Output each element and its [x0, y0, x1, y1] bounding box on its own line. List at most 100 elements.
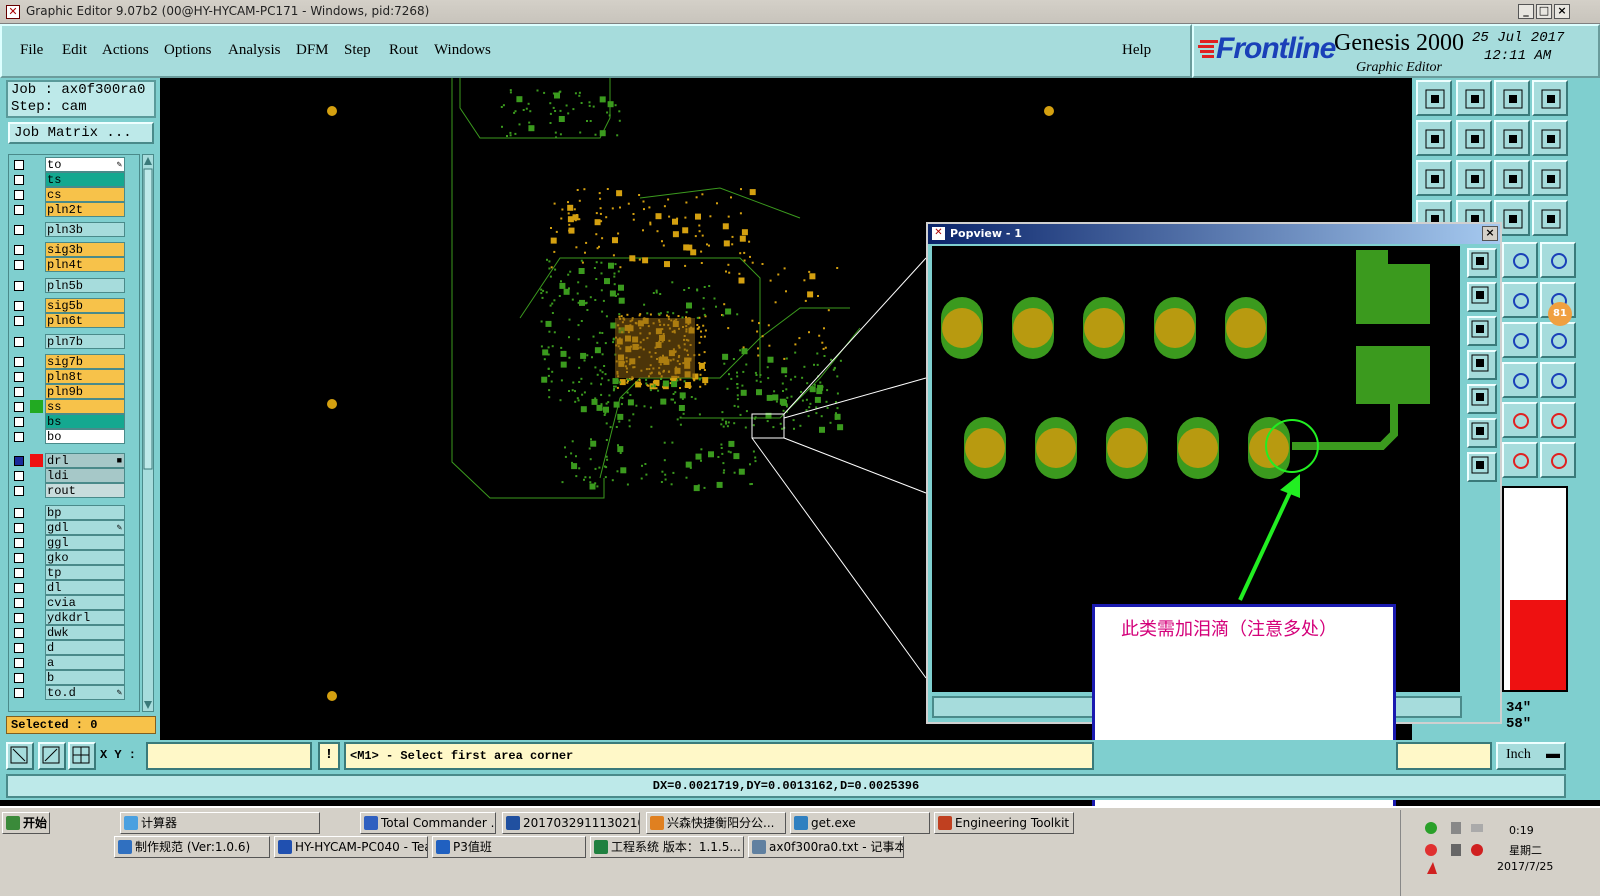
layer-row-to.d[interactable]: to.d ✎	[9, 685, 139, 700]
layer-row-sig7b[interactable]: sig7b	[9, 354, 139, 369]
taskbar-item[interactable]: 工程系统 版本：1.1.5...	[590, 836, 744, 858]
layer-checkbox[interactable]	[14, 245, 24, 255]
layer-name[interactable]: drl ■	[45, 453, 125, 468]
layer-row-sig3b[interactable]: sig3b	[9, 242, 139, 257]
layer-name[interactable]: gdl ✎	[45, 520, 125, 535]
layer-row-to[interactable]: to ✎	[9, 157, 139, 172]
layer-name[interactable]: tp	[45, 565, 125, 580]
tool-button-extra-1-0[interactable]	[1502, 282, 1538, 318]
minimize-button[interactable]: _	[1518, 4, 1534, 19]
layer-row-pln8t[interactable]: pln8t	[9, 369, 139, 384]
layer-name[interactable]: rout	[45, 483, 125, 498]
layer-row-drl[interactable]: drl ■	[9, 453, 139, 468]
taskbar-item[interactable]: HY-HYCAM-PC040 - Tea...	[274, 836, 428, 858]
layer-checkbox[interactable]	[14, 301, 24, 311]
close-button[interactable]: ×	[1554, 4, 1570, 19]
tool-button-1[interactable]	[1456, 80, 1492, 116]
layer-name[interactable]: pln3b	[45, 222, 125, 237]
layer-name[interactable]: dwk	[45, 625, 125, 640]
layer-checkbox[interactable]	[14, 160, 24, 170]
menu-help[interactable]: Help	[1122, 42, 1151, 59]
layer-checkbox[interactable]	[14, 225, 24, 235]
layer-checkbox[interactable]	[14, 281, 24, 291]
tool-button-7[interactable]	[1532, 120, 1568, 156]
layer-checkbox[interactable]	[14, 337, 24, 347]
layer-checkbox[interactable]	[14, 432, 24, 442]
layer-row-pln5b[interactable]: pln5b	[9, 278, 139, 293]
layer-name[interactable]: pln9b	[45, 384, 125, 399]
layer-name[interactable]: cvia	[45, 595, 125, 610]
layer-name[interactable]: pln4t	[45, 257, 125, 272]
layer-row-a[interactable]: a	[9, 655, 139, 670]
tool-button-11[interactable]	[1532, 160, 1568, 196]
layer-checkbox[interactable]	[14, 688, 24, 698]
info-button[interactable]: !	[318, 742, 340, 770]
tool-button-extra-2-0[interactable]	[1502, 322, 1538, 358]
layer-name[interactable]: sig3b	[45, 242, 125, 257]
layer-checkbox[interactable]	[14, 417, 24, 427]
layer-name[interactable]: pln7b	[45, 334, 125, 349]
popview-tool-0[interactable]	[1467, 248, 1497, 278]
popview-tool-2[interactable]	[1467, 316, 1497, 346]
menu-rout[interactable]: Rout	[389, 42, 418, 59]
layer-name[interactable]: bp	[45, 505, 125, 520]
layer-row-d[interactable]: d	[9, 640, 139, 655]
cursor-mode-button[interactable]	[6, 742, 34, 770]
tool-button-15[interactable]	[1532, 200, 1568, 236]
maximize-button[interactable]: □	[1536, 4, 1552, 19]
units-select[interactable]: Inch ▬	[1496, 742, 1566, 770]
layer-name[interactable]: ts	[45, 172, 125, 187]
tool-button-extra-3-1[interactable]	[1540, 362, 1576, 398]
taskbar-item[interactable]: Total Commander ...	[360, 812, 496, 834]
layer-row-sig5b[interactable]: sig5b	[9, 298, 139, 313]
layer-checkbox[interactable]	[14, 175, 24, 185]
layer-checkbox[interactable]	[14, 402, 24, 412]
tool-button-extra-2-1[interactable]	[1540, 322, 1576, 358]
layer-name[interactable]: d	[45, 640, 125, 655]
layer-name[interactable]: ggl	[45, 535, 125, 550]
layer-name[interactable]: gko	[45, 550, 125, 565]
popview-tool-4[interactable]	[1467, 384, 1497, 414]
layer-checkbox[interactable]	[14, 553, 24, 563]
layer-row-pln9b[interactable]: pln9b	[9, 384, 139, 399]
layer-name[interactable]: pln8t	[45, 369, 125, 384]
layer-checkbox[interactable]	[14, 486, 24, 496]
taskbar-item[interactable]: P3值班	[432, 836, 586, 858]
tool-button-extra-5-0[interactable]	[1502, 442, 1538, 478]
layer-name[interactable]: pln5b	[45, 278, 125, 293]
tool-button-6[interactable]	[1494, 120, 1530, 156]
layer-name[interactable]: pln6t	[45, 313, 125, 328]
popview-close-button[interactable]: ×	[1482, 226, 1498, 241]
layer-row-ts[interactable]: ts	[9, 172, 139, 187]
tool-button-extra-4-0[interactable]	[1502, 402, 1538, 438]
menu-step[interactable]: Step	[344, 42, 371, 59]
layer-row-bp[interactable]: bp	[9, 505, 139, 520]
layer-row-pln4t[interactable]: pln4t	[9, 257, 139, 272]
layer-name[interactable]: ldi	[45, 468, 125, 483]
popview-tool-1[interactable]	[1467, 282, 1497, 312]
layer-name[interactable]: to.d ✎	[45, 685, 125, 700]
layer-row-gko[interactable]: gko	[9, 550, 139, 565]
tool-button-10[interactable]	[1494, 160, 1530, 196]
measure-button[interactable]	[38, 742, 66, 770]
layer-row-pln7b[interactable]: pln7b	[9, 334, 139, 349]
popview-tool-3[interactable]	[1467, 350, 1497, 380]
layer-row-ydkdrl[interactable]: ydkdrl	[9, 610, 139, 625]
layer-checkbox[interactable]	[14, 471, 24, 481]
layer-name[interactable]: ydkdrl	[45, 610, 125, 625]
layer-checkbox[interactable]	[14, 673, 24, 683]
menu-actions[interactable]: Actions	[102, 42, 149, 59]
layer-name[interactable]: dl	[45, 580, 125, 595]
layer-checkbox[interactable]	[14, 190, 24, 200]
layer-name[interactable]: to ✎	[45, 157, 125, 172]
layer-checkbox[interactable]	[14, 387, 24, 397]
layer-name[interactable]: cs	[45, 187, 125, 202]
menu-windows[interactable]: Windows	[434, 42, 491, 59]
taskbar-item[interactable]: 20170329111302105...	[502, 812, 640, 834]
taskbar-item[interactable]: 制作规范 (Ver:1.0.6)	[114, 836, 270, 858]
popview-tool-6[interactable]	[1467, 452, 1497, 482]
layer-checkbox[interactable]	[14, 643, 24, 653]
layer-row-bs[interactable]: bs	[9, 414, 139, 429]
layer-scrollbar[interactable]	[142, 154, 154, 712]
layer-checkbox[interactable]	[14, 508, 24, 518]
